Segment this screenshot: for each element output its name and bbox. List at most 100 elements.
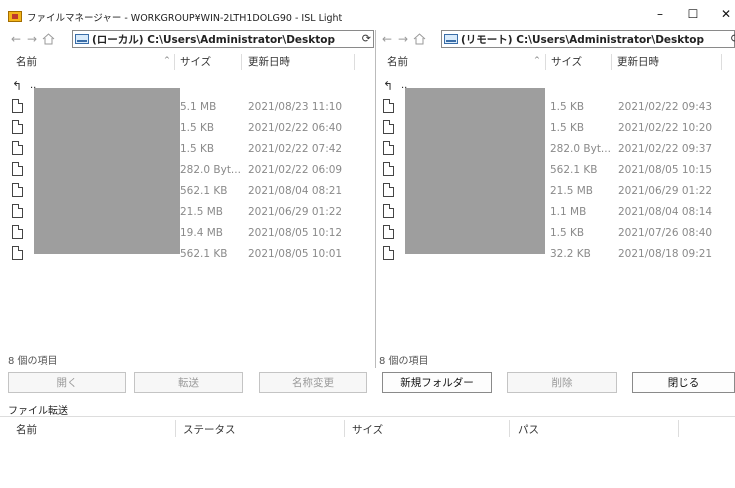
file-icon <box>383 162 394 176</box>
forward-arrow-icon[interactable]: → <box>395 32 411 46</box>
transfer-status-header[interactable]: ステータス <box>183 422 236 437</box>
local-path-field[interactable]: (ローカル) C:\Users\Administrator\Desktop ⟳ <box>72 30 374 48</box>
local-column-header: 名前 ^ サイズ 更新日時 <box>8 54 374 70</box>
item-count: 8 個の項目 <box>379 356 429 367</box>
file-modified-date: 2021/02/22 09:37 <box>618 143 713 155</box>
file-modified-date: 2021/02/22 10:20 <box>618 122 713 134</box>
file-size: 282.0 Byt... <box>180 164 241 176</box>
column-separator <box>509 420 510 437</box>
forward-arrow-icon[interactable]: → <box>24 32 40 46</box>
file-modified-date: 2021/02/22 06:09 <box>248 164 343 176</box>
file-size: 562.1 KB <box>180 248 228 260</box>
file-size: 21.5 MB <box>180 206 223 218</box>
back-arrow-icon[interactable]: ← <box>379 32 395 46</box>
file-size: 32.2 KB <box>550 248 591 260</box>
column-separator <box>241 54 242 70</box>
file-size: 5.1 MB <box>180 101 217 113</box>
column-separator <box>175 420 176 437</box>
window-title: ファイルマネージャー - WORKGROUP¥WIN-2LTH1DOLG90 -… <box>27 13 343 24</box>
column-separator <box>354 54 355 70</box>
file-modified-date: 2021/08/05 10:15 <box>618 164 713 176</box>
file-modified-date: 2021/08/04 08:21 <box>248 185 343 197</box>
open-button[interactable]: 開く <box>8 372 126 393</box>
title-bar: ファイルマネージャー - WORKGROUP¥WIN-2LTH1DOLG90 -… <box>0 0 735 28</box>
file-size: 1.5 KB <box>550 101 585 113</box>
file-modified-date: 2021/08/23 11:10 <box>248 101 343 113</box>
file-icon <box>383 99 394 113</box>
transfer-name-header[interactable]: 名前 <box>16 422 37 437</box>
transfer-section-label: ファイル転送 <box>8 406 68 417</box>
file-size: 1.1 MB <box>550 206 587 218</box>
file-icon <box>383 141 394 155</box>
redacted-filenames <box>34 88 180 254</box>
file-size: 19.4 MB <box>180 227 223 239</box>
column-size-header[interactable]: サイズ <box>180 54 211 69</box>
local-pane: ← → (ローカル) C:\Users\Administrator\Deskto… <box>8 30 374 368</box>
new-folder-button[interactable]: 新規フォルダー <box>382 372 492 393</box>
column-separator <box>678 420 679 437</box>
up-level-icon: ↰ <box>12 79 23 93</box>
column-separator <box>611 54 612 70</box>
column-separator <box>545 54 546 70</box>
rename-button[interactable]: 名称変更 <box>259 372 367 393</box>
drive-icon <box>444 34 458 44</box>
refresh-icon[interactable]: ⟳ <box>731 32 735 45</box>
transfer-path-header[interactable]: パス <box>518 422 539 437</box>
file-icon <box>12 183 23 197</box>
column-separator <box>174 54 175 70</box>
remote-path-field[interactable]: (リモート) C:\Users\Administrator\Desktop ⟳ <box>441 30 735 48</box>
transfer-column-header: 名前 ステータス サイズ パス <box>0 420 735 438</box>
pane-splitter[interactable] <box>375 30 376 368</box>
transfer-size-header[interactable]: サイズ <box>352 422 383 437</box>
file-icon <box>12 120 23 134</box>
file-size: 1.5 KB <box>550 122 585 134</box>
file-icon <box>383 246 394 260</box>
file-icon <box>383 183 394 197</box>
column-date-header[interactable]: 更新日時 <box>617 54 659 69</box>
file-modified-date: 2021/02/22 06:40 <box>248 122 343 134</box>
delete-button[interactable]: 削除 <box>507 372 617 393</box>
column-date-header[interactable]: 更新日時 <box>248 54 290 69</box>
file-icon <box>12 99 23 113</box>
file-size: 1.5 KB <box>180 143 215 155</box>
column-name-header[interactable]: 名前 <box>16 54 37 69</box>
local-path-text: (ローカル) C:\Users\Administrator\Desktop <box>92 33 336 46</box>
remote-path-text: (リモート) C:\Users\Administrator\Desktop <box>461 33 705 46</box>
close-button[interactable]: 閉じる <box>632 372 735 393</box>
app-icon <box>8 11 22 22</box>
file-icon <box>12 225 23 239</box>
file-icon <box>12 162 23 176</box>
file-modified-date: 2021/02/22 07:42 <box>248 143 343 155</box>
refresh-icon[interactable]: ⟳ <box>362 32 371 45</box>
transfer-button[interactable]: 転送 <box>134 372 243 393</box>
remote-pane: ← → (リモート) C:\Users\Administrator\Deskto… <box>379 30 735 368</box>
close-window-button[interactable]: ✕ <box>706 3 735 25</box>
file-modified-date: 2021/07/26 08:40 <box>618 227 713 239</box>
column-separator <box>344 420 345 437</box>
divider <box>0 416 735 417</box>
file-modified-date: 2021/02/22 09:43 <box>618 101 713 113</box>
column-separator <box>721 54 722 70</box>
back-arrow-icon[interactable]: ← <box>8 32 24 46</box>
up-level-icon: ↰ <box>383 79 394 93</box>
file-icon <box>12 141 23 155</box>
redacted-filenames <box>405 88 545 254</box>
home-icon[interactable] <box>411 32 427 46</box>
sort-ascending-icon: ^ <box>534 56 540 64</box>
action-button-bar: 開く 転送 名称変更 新規フォルダー 削除 閉じる <box>0 372 735 394</box>
file-modified-date: 2021/08/18 09:21 <box>618 248 713 260</box>
file-size: 21.5 MB <box>550 185 593 197</box>
file-size: 282.0 Byt... <box>550 143 611 155</box>
remote-column-header: 名前 ^ サイズ 更新日時 <box>379 54 735 70</box>
file-icon <box>383 120 394 134</box>
file-icon <box>383 204 394 218</box>
file-modified-date: 2021/06/29 01:22 <box>618 185 713 197</box>
home-icon[interactable] <box>40 32 56 46</box>
column-name-header[interactable]: 名前 <box>387 54 408 69</box>
file-modified-date: 2021/06/29 01:22 <box>248 206 343 218</box>
item-count: 8 個の項目 <box>8 356 58 367</box>
file-icon <box>12 204 23 218</box>
drive-icon <box>75 34 89 44</box>
column-size-header[interactable]: サイズ <box>551 54 582 69</box>
file-modified-date: 2021/08/04 08:14 <box>618 206 713 218</box>
